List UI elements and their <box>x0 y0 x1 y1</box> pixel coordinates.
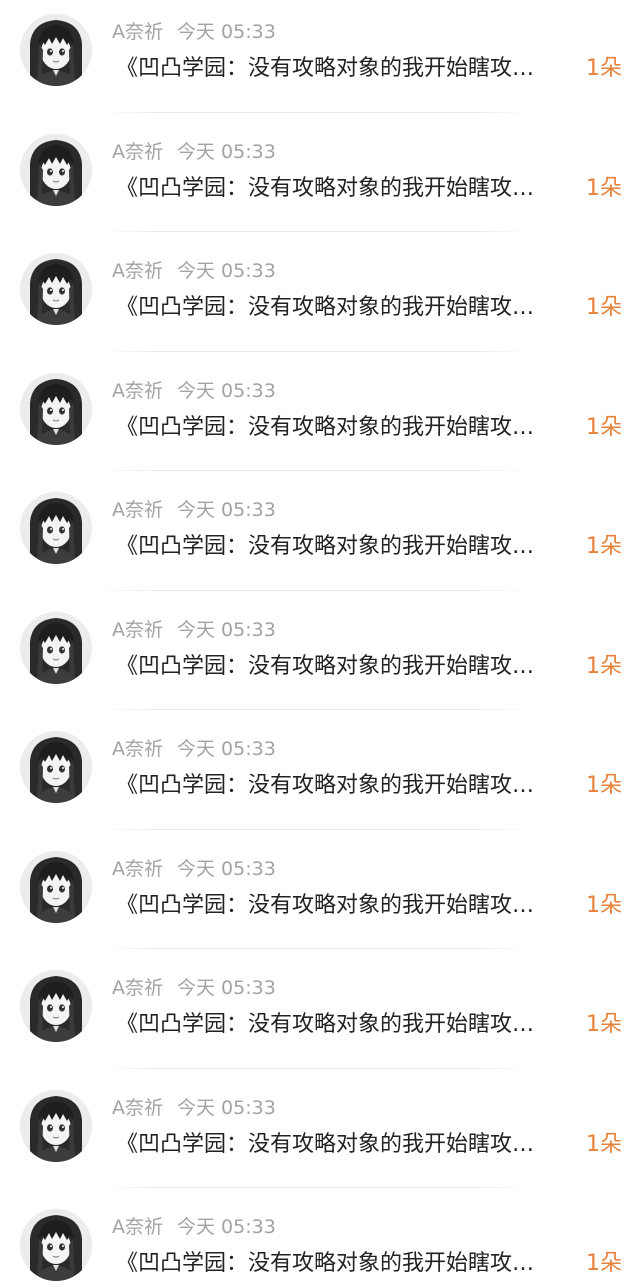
avatar-image <box>20 372 92 445</box>
timestamp: 今天 05:33 <box>177 618 276 641</box>
avatar[interactable] <box>20 492 92 564</box>
username[interactable]: A奈祈 <box>112 260 163 282</box>
username[interactable]: A奈祈 <box>112 1097 163 1119</box>
message-meta: A奈祈 今天 05:33 <box>112 20 276 44</box>
message-meta: A奈祈 今天 05:33 <box>112 737 276 761</box>
avatar[interactable] <box>20 133 92 206</box>
message-list: A奈祈 今天 05:33 《凹凸学园：没有攻略对象的我开始瞎攻… 1朵 A奈祈 … <box>0 0 640 1288</box>
avatar[interactable] <box>20 253 92 325</box>
list-item[interactable]: A奈祈 今天 05:33 《凹凸学园：没有攻略对象的我开始瞎攻… 1朵 <box>0 359 640 479</box>
username[interactable]: A奈祈 <box>112 1216 163 1238</box>
timestamp: 今天 05:33 <box>177 1096 276 1119</box>
gift-count: 1朵 <box>586 534 622 559</box>
message-text[interactable]: 《凹凸学园：没有攻略对象的我开始瞎攻… <box>116 175 578 203</box>
message-text[interactable]: 《凹凸学园：没有攻略对象的我开始瞎攻… <box>116 533 578 561</box>
gift-count: 1朵 <box>586 1251 622 1276</box>
username[interactable]: A奈祈 <box>112 858 163 880</box>
divider <box>100 111 530 113</box>
gift-count: 1朵 <box>586 892 622 918</box>
timestamp: 今天 05:33 <box>177 21 276 43</box>
message-meta: A奈祈 今天 05:33 <box>112 379 276 403</box>
avatar[interactable] <box>20 970 92 1042</box>
divider <box>100 948 530 949</box>
message-meta: A奈祈 今天 05:33 <box>112 259 276 283</box>
divider <box>100 1067 530 1069</box>
divider <box>100 1187 530 1188</box>
message-meta: A奈祈 今天 05:33 <box>112 1096 276 1120</box>
avatar-image <box>20 253 92 325</box>
message-text[interactable]: 《凹凸学园：没有攻略对象的我开始瞎攻… <box>116 1011 578 1039</box>
divider <box>100 231 530 232</box>
timestamp: 今天 05:33 <box>177 857 276 880</box>
avatar-image <box>20 611 92 684</box>
avatar-image <box>20 731 92 803</box>
gift-count: 1朵 <box>586 175 622 201</box>
message-text[interactable]: 《凹凸学园：没有攻略对象的我开始瞎攻… <box>116 55 578 83</box>
username[interactable]: A奈祈 <box>112 141 163 163</box>
message-text[interactable]: 《凹凸学园：没有攻略对象的我开始瞎攻… <box>116 414 578 442</box>
list-item[interactable]: A奈祈 今天 05:33 《凹凸学园：没有攻略对象的我开始瞎攻… 1朵 <box>0 478 640 598</box>
divider <box>100 828 530 830</box>
timestamp: 今天 05:33 <box>177 379 276 402</box>
username[interactable]: A奈祈 <box>112 619 163 641</box>
gift-count: 1朵 <box>586 773 622 798</box>
gift-count: 1朵 <box>586 414 622 440</box>
message-meta: A奈祈 今天 05:33 <box>112 976 276 1000</box>
gift-count: 1朵 <box>586 653 622 679</box>
gift-count: 1朵 <box>586 56 622 81</box>
message-meta: A奈祈 今天 05:33 <box>112 140 276 164</box>
timestamp: 今天 05:33 <box>177 977 276 999</box>
list-item[interactable]: A奈祈 今天 05:33 《凹凸学园：没有攻略对象的我开始瞎攻… 1朵 <box>0 717 640 837</box>
timestamp: 今天 05:33 <box>177 260 276 282</box>
gift-count: 1朵 <box>586 1012 622 1037</box>
divider <box>100 589 530 591</box>
list-item[interactable]: A奈祈 今天 05:33 《凹凸学园：没有攻略对象的我开始瞎攻… 1朵 <box>0 837 640 957</box>
message-text[interactable]: 《凹凸学园：没有攻略对象的我开始瞎攻… <box>116 1131 578 1159</box>
avatar-image <box>20 1209 92 1281</box>
avatar[interactable] <box>20 14 92 86</box>
avatar-image <box>20 850 92 923</box>
avatar-image <box>20 1089 92 1162</box>
message-text[interactable]: 《凹凸学园：没有攻略对象的我开始瞎攻… <box>116 294 578 322</box>
message-text[interactable]: 《凹凸学园：没有攻略对象的我开始瞎攻… <box>116 892 578 920</box>
message-meta: A奈祈 今天 05:33 <box>112 1215 276 1239</box>
avatar-image <box>20 133 92 206</box>
avatar[interactable] <box>20 850 92 923</box>
timestamp: 今天 05:33 <box>177 499 276 521</box>
divider <box>100 470 530 471</box>
list-item[interactable]: A奈祈 今天 05:33 《凹凸学园：没有攻略对象的我开始瞎攻… 1朵 <box>0 120 640 240</box>
divider <box>100 350 530 352</box>
message-meta: A奈祈 今天 05:33 <box>112 618 276 642</box>
username[interactable]: A奈祈 <box>112 499 163 521</box>
avatar[interactable] <box>20 731 92 803</box>
message-text[interactable]: 《凹凸学园：没有攻略对象的我开始瞎攻… <box>116 653 578 681</box>
message-text[interactable]: 《凹凸学园：没有攻略对象的我开始瞎攻… <box>116 772 578 800</box>
username[interactable]: A奈祈 <box>112 738 163 760</box>
timestamp: 今天 05:33 <box>177 140 276 163</box>
avatar[interactable] <box>20 611 92 684</box>
list-item[interactable]: A奈祈 今天 05:33 《凹凸学园：没有攻略对象的我开始瞎攻… 1朵 <box>0 0 640 120</box>
username[interactable]: A奈祈 <box>112 977 163 999</box>
avatar-image <box>20 970 92 1042</box>
timestamp: 今天 05:33 <box>177 1216 276 1238</box>
list-item[interactable]: A奈祈 今天 05:33 《凹凸学园：没有攻略对象的我开始瞎攻… 1朵 <box>0 956 640 1076</box>
message-text[interactable]: 《凹凸学园：没有攻略对象的我开始瞎攻… <box>116 1250 578 1278</box>
message-meta: A奈祈 今天 05:33 <box>112 498 276 522</box>
list-item[interactable]: A奈祈 今天 05:33 《凹凸学园：没有攻略对象的我开始瞎攻… 1朵 <box>0 239 640 359</box>
avatar-image <box>20 14 92 86</box>
timestamp: 今天 05:33 <box>177 738 276 760</box>
avatar[interactable] <box>20 1089 92 1162</box>
gift-count: 1朵 <box>586 1131 622 1157</box>
message-meta: A奈祈 今天 05:33 <box>112 857 276 881</box>
avatar-image <box>20 492 92 564</box>
divider <box>100 709 530 710</box>
avatar[interactable] <box>20 372 92 445</box>
list-item[interactable]: A奈祈 今天 05:33 《凹凸学园：没有攻略对象的我开始瞎攻… 1朵 <box>0 1195 640 1288</box>
avatar[interactable] <box>20 1209 92 1281</box>
username[interactable]: A奈祈 <box>112 21 163 43</box>
list-item[interactable]: A奈祈 今天 05:33 《凹凸学园：没有攻略对象的我开始瞎攻… 1朵 <box>0 598 640 718</box>
list-item[interactable]: A奈祈 今天 05:33 《凹凸学园：没有攻略对象的我开始瞎攻… 1朵 <box>0 1076 640 1196</box>
gift-count: 1朵 <box>586 295 622 320</box>
username[interactable]: A奈祈 <box>112 380 163 402</box>
